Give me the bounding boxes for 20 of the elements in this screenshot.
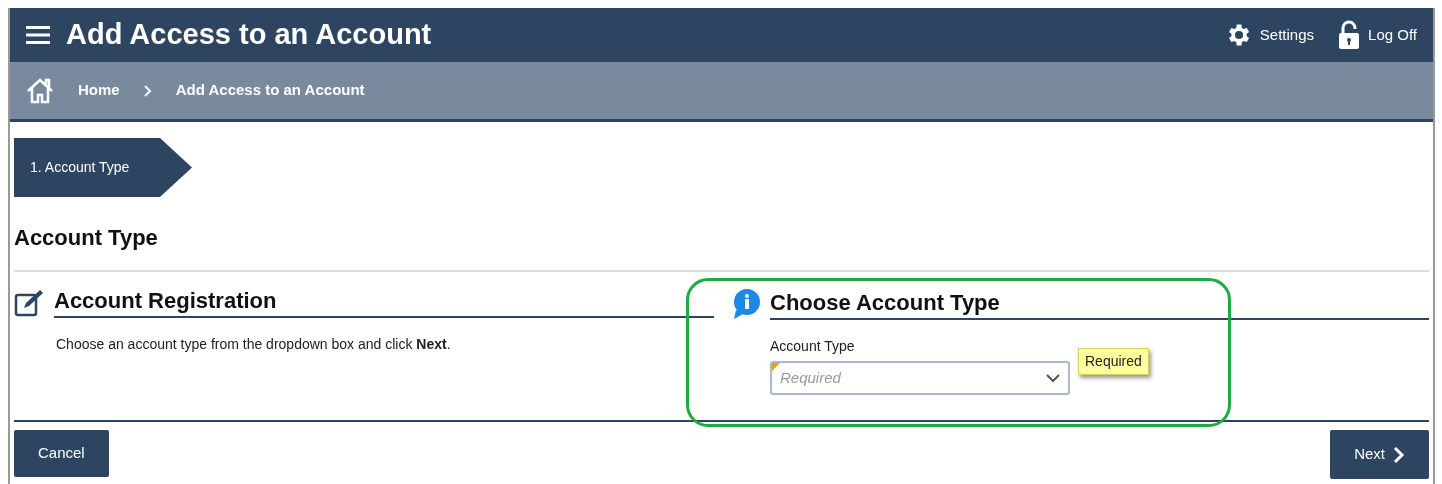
edit-icon xyxy=(14,288,46,319)
breadcrumb-link[interactable]: Add Access to an Account xyxy=(175,79,365,102)
panel-heading: Choose Account Type xyxy=(770,289,1429,320)
field-label: Account Type xyxy=(770,337,856,356)
settings-link[interactable]: Settings xyxy=(1223,21,1315,49)
caret-icon xyxy=(1046,373,1060,383)
instruction-text: Choose an account type from the dropdown box and click Next. xyxy=(56,335,452,355)
menu-icon[interactable] xyxy=(26,25,50,45)
cancel-button[interactable]: Cancel xyxy=(14,430,109,477)
page-title: Add Access to an Account xyxy=(66,17,432,53)
step-tab[interactable]: 1. Account Type xyxy=(14,138,192,197)
tooltip: Required xyxy=(1078,348,1149,375)
log-off-link[interactable]: Log Off xyxy=(1338,20,1417,50)
panel-heading: Account Registration xyxy=(54,288,714,319)
chevron-icon xyxy=(1393,445,1405,464)
breadcrumb-link[interactable]: Home xyxy=(78,79,120,102)
next-button[interactable]: Next xyxy=(1330,430,1429,479)
section-heading: Account Type xyxy=(13,224,159,252)
padlock-icon xyxy=(1338,20,1361,50)
home-icon[interactable] xyxy=(26,77,54,104)
